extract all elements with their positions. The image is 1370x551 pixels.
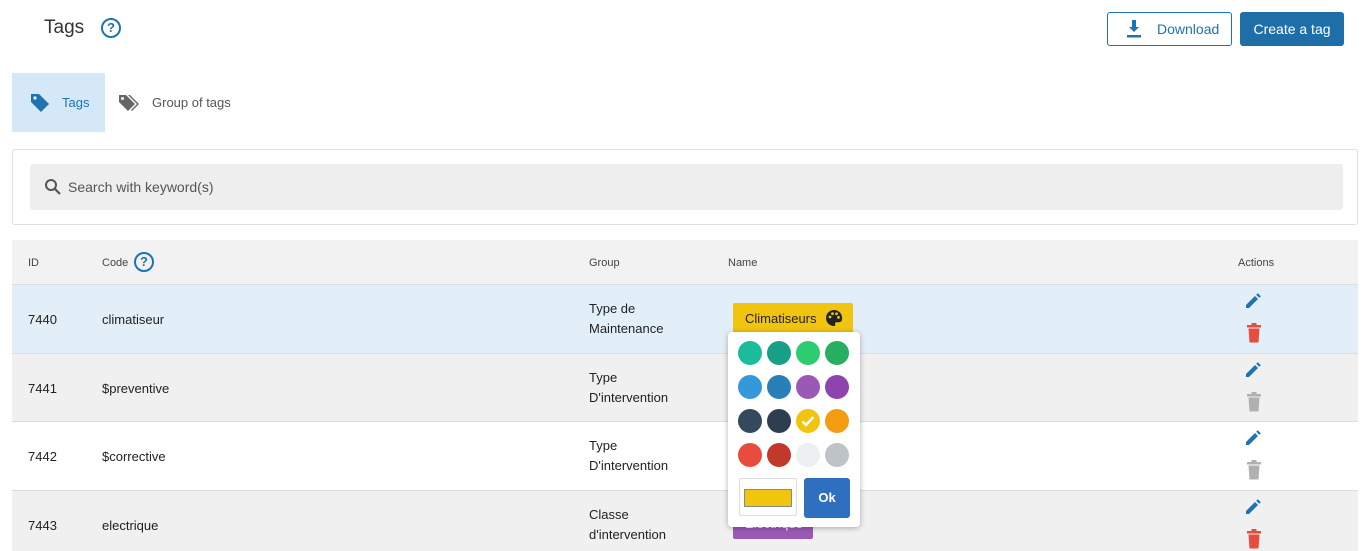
color-swatch[interactable] (796, 409, 820, 433)
cell-id: 7442 (28, 449, 57, 464)
cell-id: 7441 (28, 380, 57, 396)
group-line: Type de (589, 301, 636, 316)
group-line: Type (589, 369, 618, 385)
cell-code: $corrective (102, 449, 166, 464)
color-swatch[interactable] (767, 409, 791, 433)
edit-icon[interactable] (1244, 498, 1262, 516)
download-button[interactable]: Download (1107, 12, 1232, 46)
tag-icon (31, 93, 49, 112)
row-actions (1244, 429, 1264, 480)
ok-button[interactable]: Ok (804, 478, 850, 518)
color-swatch[interactable] (796, 443, 820, 467)
group-line: D'intervention (589, 458, 669, 473)
cell-id: 7443 (28, 517, 57, 533)
edit-icon[interactable] (1244, 292, 1262, 310)
delete-icon (1247, 391, 1261, 411)
page-title: Tags (44, 17, 85, 38)
group-line: Maintenance (589, 321, 664, 336)
row-actions (1244, 498, 1264, 549)
help-icon[interactable]: ? (101, 18, 121, 38)
palette-icon[interactable] (825, 309, 843, 327)
group-line: Classe (589, 506, 629, 522)
cell-group: Classe d'intervention (589, 505, 709, 545)
column-header-id: ID (28, 257, 39, 269)
cell-group: Type de Maintenance (589, 299, 709, 339)
tag-name-label: Climatiseurs (745, 310, 817, 326)
column-header-group: Group (589, 257, 620, 269)
color-swatch[interactable] (767, 375, 791, 399)
color-swatch[interactable] (738, 443, 762, 467)
code-help-icon[interactable]: ? (134, 252, 154, 272)
color-swatch[interactable] (796, 375, 820, 399)
column-header-name: Name (728, 257, 758, 269)
check-icon (801, 416, 815, 427)
search-input[interactable] (68, 179, 968, 195)
color-swatch[interactable] (825, 341, 849, 365)
page-header: Tags ? Download Create a tag (0, 0, 1370, 60)
delete-icon[interactable] (1245, 323, 1263, 343)
table-row[interactable]: 7442 $corrective Type D'intervention (12, 422, 1358, 491)
cell-code: climatiseur (102, 312, 165, 327)
color-swatch[interactable] (825, 409, 849, 433)
table-header: ID Code ? Group Name Actions (12, 240, 1358, 285)
color-preview[interactable] (739, 478, 797, 516)
tags-icon (119, 94, 139, 111)
color-swatch[interactable] (767, 443, 791, 467)
create-tag-button[interactable]: Create a tag (1240, 12, 1344, 46)
delete-icon (1247, 460, 1261, 480)
edit-icon[interactable] (1244, 361, 1262, 379)
table-row[interactable]: 7441 $preventive Type D'intervention (12, 353, 1358, 422)
group-line: d'intervention (589, 526, 666, 542)
tab-group-of-tags-label: Group of tags (152, 95, 231, 110)
group-line: Type (589, 438, 618, 453)
cell-id: 7440 (28, 312, 57, 327)
color-swatch[interactable] (825, 375, 849, 399)
search-box[interactable] (30, 164, 1343, 210)
search-icon (45, 179, 61, 195)
color-swatch[interactable] (796, 341, 820, 365)
color-swatch[interactable] (738, 375, 762, 399)
color-swatch[interactable] (825, 443, 849, 467)
cell-group: Type D'intervention (589, 368, 709, 408)
column-header-actions: Actions (1238, 257, 1275, 269)
table-row[interactable]: 7440 climatiseur Type de Maintenance Cli… (12, 285, 1358, 354)
color-swatch[interactable] (738, 341, 762, 365)
download-label: Download (1157, 21, 1220, 37)
tab-group-of-tags[interactable]: Group of tags (118, 73, 278, 132)
table-row[interactable]: 7443 electrique Classe d'intervention El… (12, 490, 1358, 551)
download-icon (1127, 20, 1141, 38)
color-preview-fill (744, 489, 792, 507)
tab-tags[interactable]: Tags (12, 73, 105, 132)
row-actions (1244, 361, 1264, 412)
cell-code: electrique (102, 517, 159, 533)
color-picker-popover: Ok (728, 332, 860, 527)
row-actions (1244, 292, 1264, 343)
tag-name-badge[interactable]: Climatiseurs (733, 303, 853, 333)
cell-code: $preventive (102, 380, 170, 396)
color-swatch[interactable] (767, 341, 791, 365)
group-line: D'intervention (589, 389, 669, 405)
tags-table: ID Code ? Group Name Actions 7440 climat… (12, 240, 1358, 551)
tab-tags-label: Tags (62, 95, 90, 110)
cell-group: Type D'intervention (589, 436, 709, 476)
delete-icon[interactable] (1245, 528, 1263, 549)
column-header-code: Code (102, 257, 129, 269)
edit-icon[interactable] (1244, 429, 1262, 447)
search-panel (12, 149, 1358, 225)
color-swatch[interactable] (738, 409, 762, 433)
